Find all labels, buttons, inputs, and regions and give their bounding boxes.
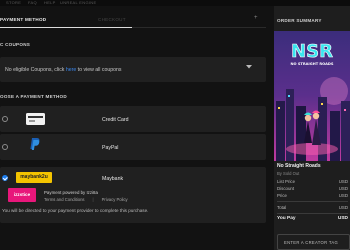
payment-option-maybank[interactable]: maybank2u Maybank izzstice Payment power… [0, 167, 266, 223]
paypal-label: PayPal [102, 145, 119, 151]
coupons-message: No eligible Coupons, click here to view … [5, 67, 122, 73]
view-coupons-link[interactable]: here [66, 67, 76, 73]
paypal-radio[interactable] [2, 144, 8, 150]
you-pay-row: You Pay USD [277, 216, 348, 221]
coupons-heading: C COUPONS [0, 42, 31, 47]
payment-option-credit-card[interactable]: Credit Card [0, 106, 266, 132]
summary-divider-2 [277, 213, 348, 214]
paypal-icon [30, 137, 40, 151]
developer-name: By Sold Out [277, 171, 300, 176]
summary-divider [277, 201, 348, 202]
privacy-link[interactable]: Privacy Policy [102, 197, 128, 202]
checkout-tabs: PAYMENT METHOD CHECKOUT + [0, 14, 266, 28]
credit-card-icon [26, 113, 45, 125]
izzi-logo: izzstice [8, 188, 36, 202]
payment-option-paypal[interactable]: PayPal [0, 134, 266, 160]
chevron-down-icon[interactable] [246, 65, 252, 71]
active-tab-indicator [0, 27, 132, 28]
maybank-radio-checked[interactable] [2, 175, 8, 181]
credit-card-label: Credit Card [102, 117, 129, 123]
game-title: No Straight Roads [277, 163, 321, 169]
payment-method-heading: OOSE A PAYMENT METHOD [0, 94, 67, 99]
order-summary-heading: ORDER SUMMARY [277, 18, 322, 23]
cover-subtitle: NO STRAIGHT ROADS [291, 62, 334, 66]
plus-icon[interactable]: + [254, 15, 258, 21]
maybank-label: Maybank [102, 176, 124, 182]
credit-card-radio[interactable] [2, 116, 8, 122]
order-summary: ORDER SUMMARY NSR NO STRAIGHT ROADS No S… [274, 6, 350, 250]
powered-by-text: Payment powered by Izzi8a [44, 190, 98, 195]
tab-checkout[interactable]: CHECKOUT [98, 17, 126, 22]
total-row: Total USD [277, 205, 348, 210]
cover-logo-text: NSR [291, 41, 333, 62]
game-cover-art: NSR NO STRAIGHT ROADS [274, 31, 350, 161]
creator-tag-input[interactable]: ENTER A CREATOR TAG [277, 234, 350, 250]
list-price-row: List Price USD [277, 179, 348, 184]
maybank-logo: maybank2u [16, 172, 52, 183]
coupons-dropdown[interactable]: No eligible Coupons, click here to view … [0, 57, 266, 82]
terms-link[interactable]: Terms and Conditions [44, 197, 85, 202]
creator-tag-placeholder: ENTER A CREATOR TAG [284, 240, 339, 245]
legal-links: Terms and Conditions | Privacy Policy [44, 197, 128, 202]
tab-divider [132, 27, 266, 28]
redirect-note: You will be directed to your payment pro… [2, 208, 149, 213]
discount-row: Discount USD [277, 186, 348, 191]
checkout-main: PAYMENT METHOD CHECKOUT + C COUPONS No e… [0, 6, 270, 250]
tab-payment-method[interactable]: PAYMENT METHOD [0, 17, 46, 22]
price-row: Price USD [277, 193, 348, 198]
